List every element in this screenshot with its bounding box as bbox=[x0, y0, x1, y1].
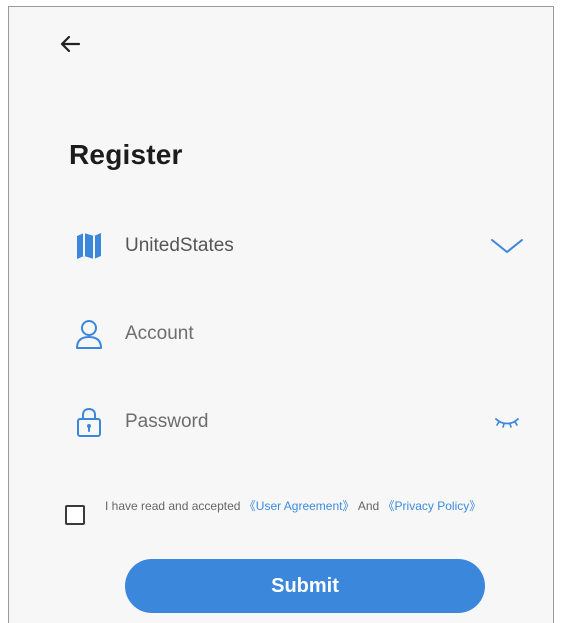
submit-button[interactable]: Submit bbox=[125, 559, 485, 613]
privacy-policy-link[interactable]: 《Privacy Policy》 bbox=[383, 499, 482, 513]
agreement-prefix: I have read and accepted bbox=[105, 499, 241, 513]
password-field[interactable]: Password bbox=[69, 397, 529, 447]
agreement-and: And bbox=[357, 499, 380, 513]
lock-icon bbox=[69, 402, 109, 442]
back-button[interactable] bbox=[55, 29, 85, 59]
agreement-checkbox[interactable] bbox=[65, 505, 85, 525]
map-icon bbox=[69, 226, 109, 266]
user-icon bbox=[69, 314, 109, 354]
password-visibility-toggle[interactable] bbox=[485, 402, 529, 442]
country-select[interactable]: UnitedStates bbox=[69, 221, 529, 271]
country-dropdown-toggle[interactable] bbox=[485, 226, 529, 266]
country-value: UnitedStates bbox=[125, 235, 234, 256]
agreement-row: I have read and accepted 《User Agreement… bbox=[65, 497, 551, 525]
register-screen: Register UnitedStates Account Password I… bbox=[8, 6, 554, 623]
eye-closed-icon bbox=[495, 418, 519, 428]
agreement-text: I have read and accepted 《User Agreement… bbox=[105, 497, 481, 515]
page-title: Register bbox=[69, 139, 183, 170]
arrow-left-icon bbox=[60, 35, 81, 53]
user-agreement-link[interactable]: 《User Agreement》 bbox=[244, 499, 355, 513]
password-input[interactable]: Password bbox=[125, 411, 485, 433]
chevron-down-icon bbox=[491, 239, 523, 253]
account-field[interactable]: Account bbox=[69, 309, 529, 359]
account-input[interactable]: Account bbox=[125, 323, 529, 345]
